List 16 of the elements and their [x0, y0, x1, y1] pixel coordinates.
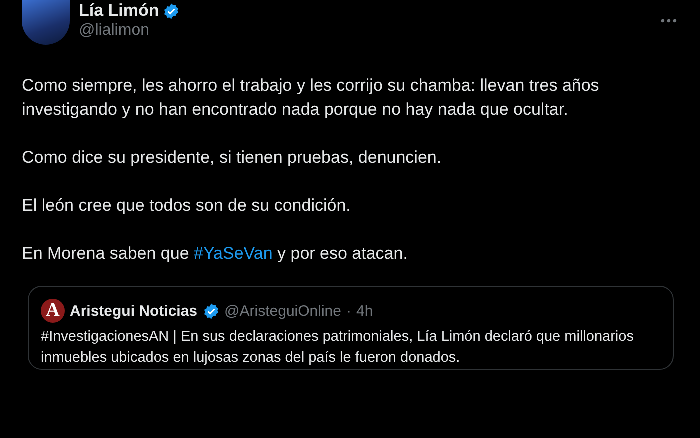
more-options-icon[interactable] — [660, 18, 678, 24]
separator-dot: · — [346, 302, 352, 320]
quoted-author-name: Aristegui Noticias — [70, 302, 198, 320]
tweet-paragraph: Como dice su presidente, si tienen pruebas, denuncien. — [22, 147, 443, 169]
avatar[interactable] — [22, 0, 70, 45]
author-handle[interactable]: @lialimon — [79, 22, 651, 40]
quoted-tweet-card[interactable]: A Aristegui Noticias @AristeguiOnline · 4h #InvestigacionesAN | En sus declaraciones patrimoniales, Lía Limón declaró que millonarios inmuebles ubicados en lujosas zonas del país le fueron donados. — [28, 286, 674, 370]
quoted-tweet-text: #InvestigacionesAN | En sus declaraciones patrimoniales, Lía Limón declaró que millonarios inmuebles ubicados en lujosas zonas del país le fueron donados. — [41, 328, 635, 368]
quoted-time: 4h — [356, 302, 374, 320]
tweet-paragraph: Como siempre, les ahorro el trabajo y les corrijo su chamba: llevan tres años investigando y no han encontrado nada porque no hay nada que ocultar. — [22, 75, 600, 121]
quoted-author-handle: @AristeguiOnline — [224, 302, 342, 320]
source-logo: A — [41, 299, 65, 323]
hashtag-link[interactable]: #YaSeVan — [194, 244, 273, 263]
tweet-paragraph: El león cree que todos son de su condición. — [22, 195, 352, 217]
author-name[interactable]: Lía Limón — [79, 1, 160, 21]
tweet-paragraph: En Morena saben que #YaSeVan y por eso atacan. — [22, 243, 409, 265]
